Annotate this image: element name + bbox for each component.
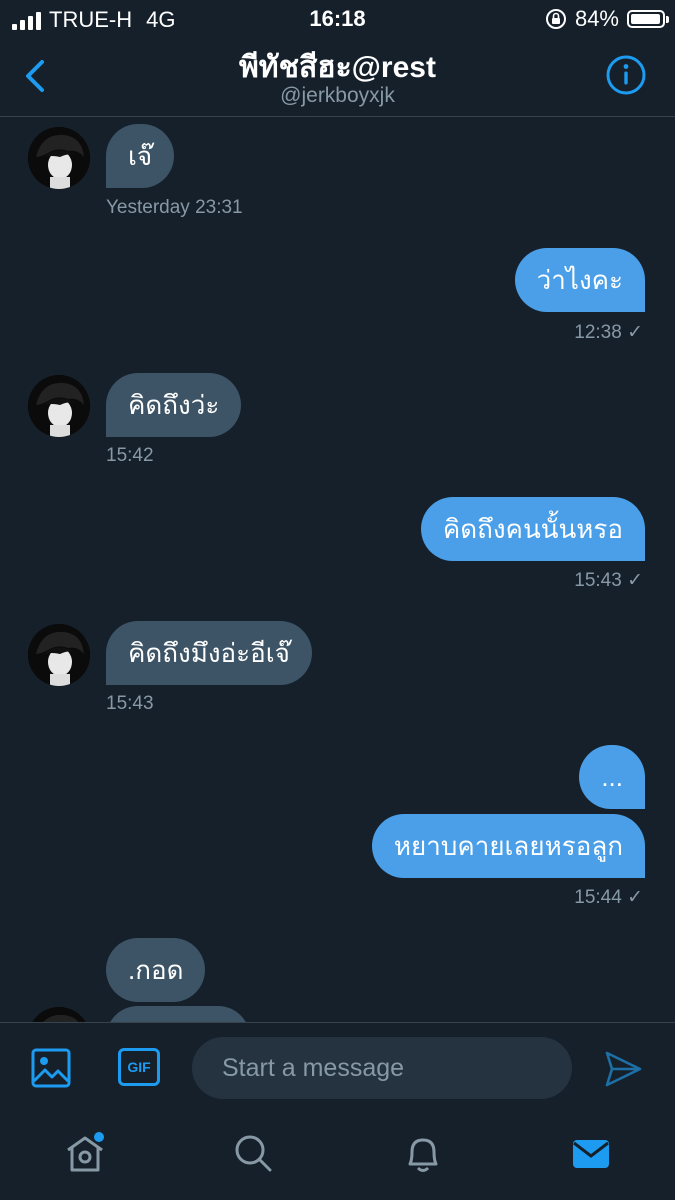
message-list[interactable]: เจ๊ Yesterday 23:31 ว่าไงคะ 12:38 ✓ คิดถ… [0, 117, 675, 1022]
message-composer: GIF [0, 1022, 675, 1113]
message-bubble-sent[interactable]: คิดถึงคนนั้นหรอ [420, 497, 645, 561]
bottom-tab-bar [0, 1112, 675, 1200]
message-timestamp: 15:43 [106, 693, 154, 714]
image-icon[interactable] [30, 1047, 72, 1089]
avatar[interactable] [28, 375, 90, 437]
avatar[interactable] [28, 127, 90, 189]
message-bubble-sent[interactable]: ... [579, 745, 645, 809]
status-right: 84% [545, 6, 669, 32]
message-timestamp: 15:42 [106, 445, 154, 466]
battery-percent: 84% [574, 6, 619, 31]
rotation-lock-icon [545, 9, 566, 29]
message-timestamp: 12:38 ✓ [574, 322, 643, 343]
message-bubble-received[interactable]: .กอด [106, 938, 206, 1002]
message-input[interactable] [192, 1037, 572, 1099]
avatar[interactable] [28, 624, 90, 686]
info-icon[interactable] [605, 54, 647, 96]
avatar[interactable] [28, 1007, 90, 1022]
message-bubble-received[interactable] [106, 1006, 250, 1022]
message-bubble-received[interactable]: คิดถึงมึงอ่ะอีเจ๊ [106, 621, 312, 685]
messages-icon[interactable] [570, 1132, 612, 1174]
gif-button[interactable]: GIF [118, 1048, 160, 1086]
message-timestamp: 15:44 ✓ [574, 887, 643, 908]
message-bubble-sent[interactable]: หยาบคายเลยหรอลูก [371, 814, 645, 878]
message-bubble-sent[interactable]: ว่าไงคะ [514, 248, 645, 312]
conversation-handle: @jerkboyxjk [280, 84, 395, 107]
message-bubble-received[interactable]: คิดถึงว่ะ [106, 373, 242, 437]
home-icon[interactable] [64, 1132, 106, 1174]
search-icon[interactable] [232, 1132, 274, 1174]
send-icon[interactable] [603, 1049, 643, 1089]
message-timestamp: 15:43 ✓ [574, 570, 643, 591]
message-timestamp: Yesterday 23:31 [106, 197, 243, 218]
message-bubble-received[interactable]: เจ๊ [106, 124, 175, 188]
notifications-icon[interactable] [402, 1132, 444, 1174]
conversation-header: พีทัชสีฮะ@rest @jerkboyxjk [0, 38, 675, 117]
status-bar: TRUE-H 4G 16:18 84% [0, 0, 675, 38]
battery-icon [627, 10, 669, 28]
